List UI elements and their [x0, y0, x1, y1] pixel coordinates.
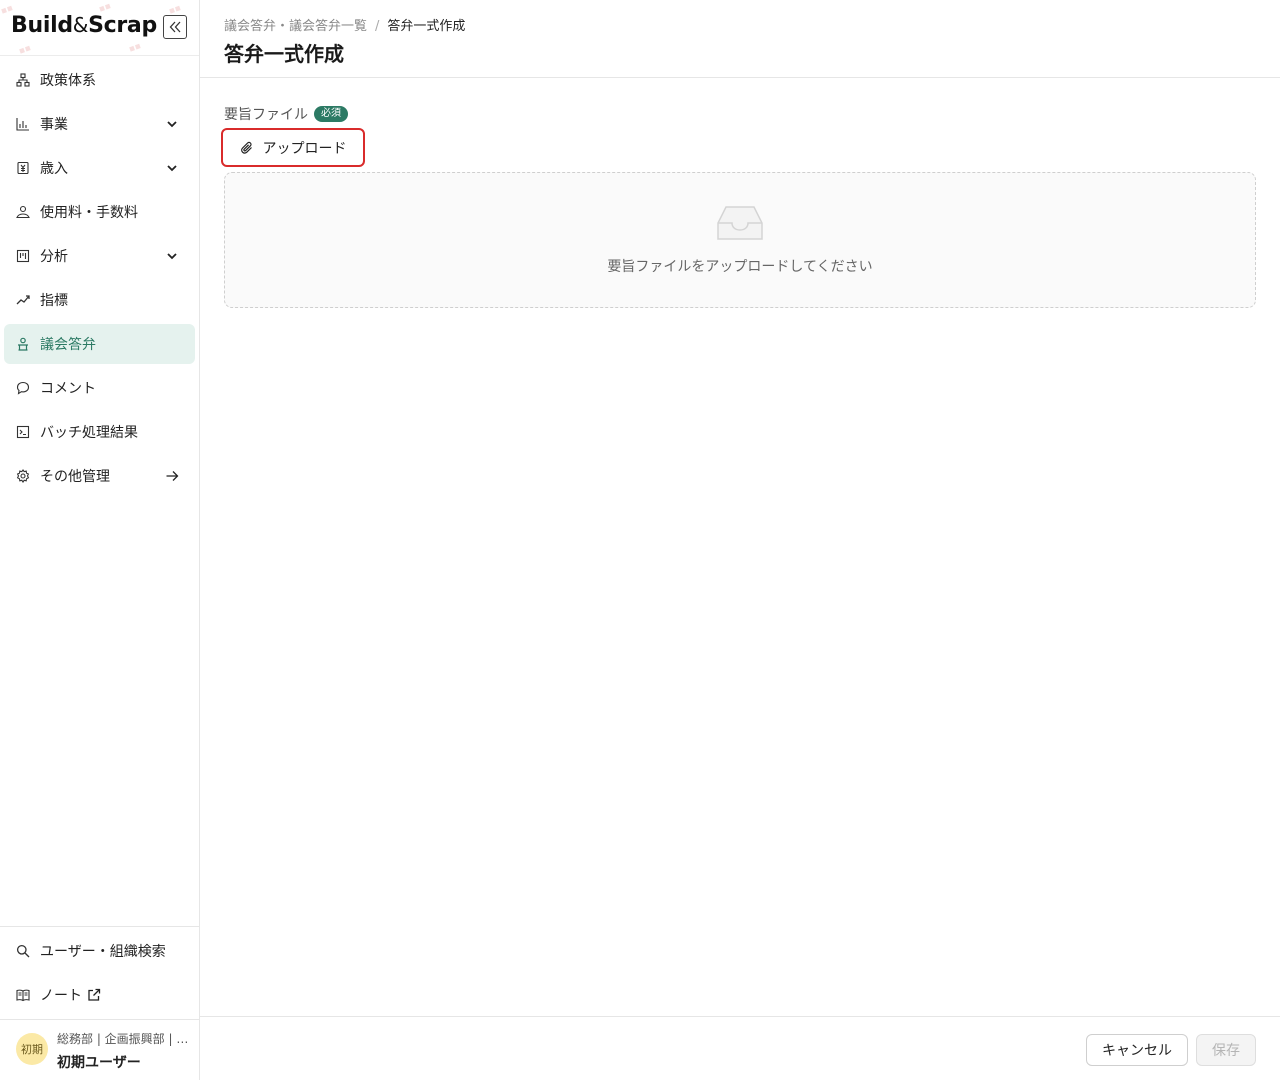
sidebar-item-analysis[interactable]: 分析 [4, 236, 195, 276]
sidebar-item-batch-results[interactable]: バッチ処理結果 [4, 412, 195, 452]
breadcrumb-current: 答弁一式作成 [387, 19, 466, 34]
sidebar-item-label: 議会答弁 [40, 337, 96, 353]
user-organization: 総務部 | 企画振興部 | … [57, 1032, 187, 1046]
cancel-button[interactable]: キャンセル [1086, 1034, 1188, 1066]
bar-chart-icon [16, 117, 30, 131]
sidebar-item-notes[interactable]: ノート [4, 975, 195, 1015]
page-header: 議会答弁・議会答弁一覧 / 答弁一式作成 答弁一式作成 [200, 0, 1280, 78]
summary-file-label: 要旨ファイル 必須 [224, 104, 348, 124]
comment-icon [16, 381, 30, 395]
paperclip-icon [240, 141, 254, 155]
svg-text:▪▪: ▪▪ [128, 41, 143, 55]
sidebar-item-policy[interactable]: 政策体系 [4, 60, 195, 100]
chevron-down-icon [167, 253, 177, 260]
sidebar-item-council-answers[interactable]: 議会答弁 [4, 324, 195, 364]
sidebar-item-label: 指標 [40, 293, 68, 309]
action-footer: キャンセル 保存 [200, 1016, 1280, 1080]
breadcrumb: 議会答弁・議会答弁一覧 / 答弁一式作成 [224, 15, 465, 34]
svg-text:▪▪: ▪▪ [18, 43, 33, 56]
gear-icon [16, 469, 30, 483]
app-logo[interactable]: Build&Scrap [11, 13, 157, 38]
chevron-down-icon [167, 165, 177, 172]
sidebar: ▪▪ ▪▪ ▪▪ ▪▪ ▪▪ Build&Scrap 政策体系 事業 歳入 使用… [0, 0, 200, 1080]
search-icon [16, 944, 30, 958]
sidebar-item-label: ノート [40, 988, 82, 1004]
arrow-right-icon [166, 471, 179, 481]
avatar[interactable]: 初期 [16, 1033, 48, 1065]
fee-icon [16, 205, 30, 219]
empty-inbox-icon [717, 206, 763, 240]
analysis-icon [16, 249, 30, 263]
sidebar-item-other-settings[interactable]: その他管理 [4, 456, 195, 496]
upload-button[interactable]: アップロード [221, 128, 365, 167]
save-button[interactable]: 保存 [1196, 1034, 1256, 1066]
required-badge: 必須 [314, 106, 348, 122]
empty-state-text: 要旨ファイルをアップロードしてください [607, 259, 873, 275]
sitemap-icon [16, 73, 30, 87]
revenue-icon [16, 161, 30, 175]
sidebar-divider [0, 926, 199, 927]
sidebar-item-label: 政策体系 [40, 73, 96, 89]
trend-icon [16, 293, 30, 307]
terminal-icon [16, 425, 30, 439]
sidebar-item-projects[interactable]: 事業 [4, 104, 195, 144]
collapse-sidebar-button[interactable] [163, 15, 187, 39]
user-divider [0, 1019, 199, 1020]
sidebar-item-comments[interactable]: コメント [4, 368, 195, 408]
external-link-icon [88, 988, 101, 1001]
chevrons-left-icon [169, 21, 181, 33]
file-dropzone[interactable]: 要旨ファイルをアップロードしてください [224, 172, 1256, 308]
sidebar-item-label: コメント [40, 381, 96, 397]
sidebar-item-label: 歳入 [40, 161, 68, 177]
breadcrumb-link-council-answers[interactable]: 議会答弁・議会答弁一覧 [224, 19, 367, 34]
sidebar-item-indicators[interactable]: 指標 [4, 280, 195, 320]
book-icon [16, 988, 30, 1002]
user-name: 初期ユーザー [57, 1055, 141, 1071]
chevron-down-icon [167, 121, 177, 128]
sidebar-item-label: 分析 [40, 249, 68, 265]
sidebar-item-label: ユーザー・組織検索 [40, 944, 166, 960]
sidebar-item-fees[interactable]: 使用料・手数料 [4, 192, 195, 232]
upload-button-label: アップロード [262, 140, 347, 157]
logo-bar: ▪▪ ▪▪ ▪▪ ▪▪ ▪▪ Build&Scrap [0, 0, 199, 56]
sidebar-item-user-org-search[interactable]: ユーザー・組織検索 [4, 931, 195, 971]
field-label-text: 要旨ファイル [224, 107, 308, 123]
sidebar-item-label: 事業 [40, 117, 68, 133]
sidebar-item-label: バッチ処理結果 [40, 425, 138, 441]
sidebar-item-label: 使用料・手数料 [40, 205, 138, 221]
sidebar-item-revenue[interactable]: 歳入 [4, 148, 195, 188]
page-title: 答弁一式作成 [224, 42, 344, 66]
podium-icon [16, 337, 30, 351]
sidebar-item-label: その他管理 [40, 469, 110, 485]
breadcrumb-separator: / [375, 19, 380, 34]
